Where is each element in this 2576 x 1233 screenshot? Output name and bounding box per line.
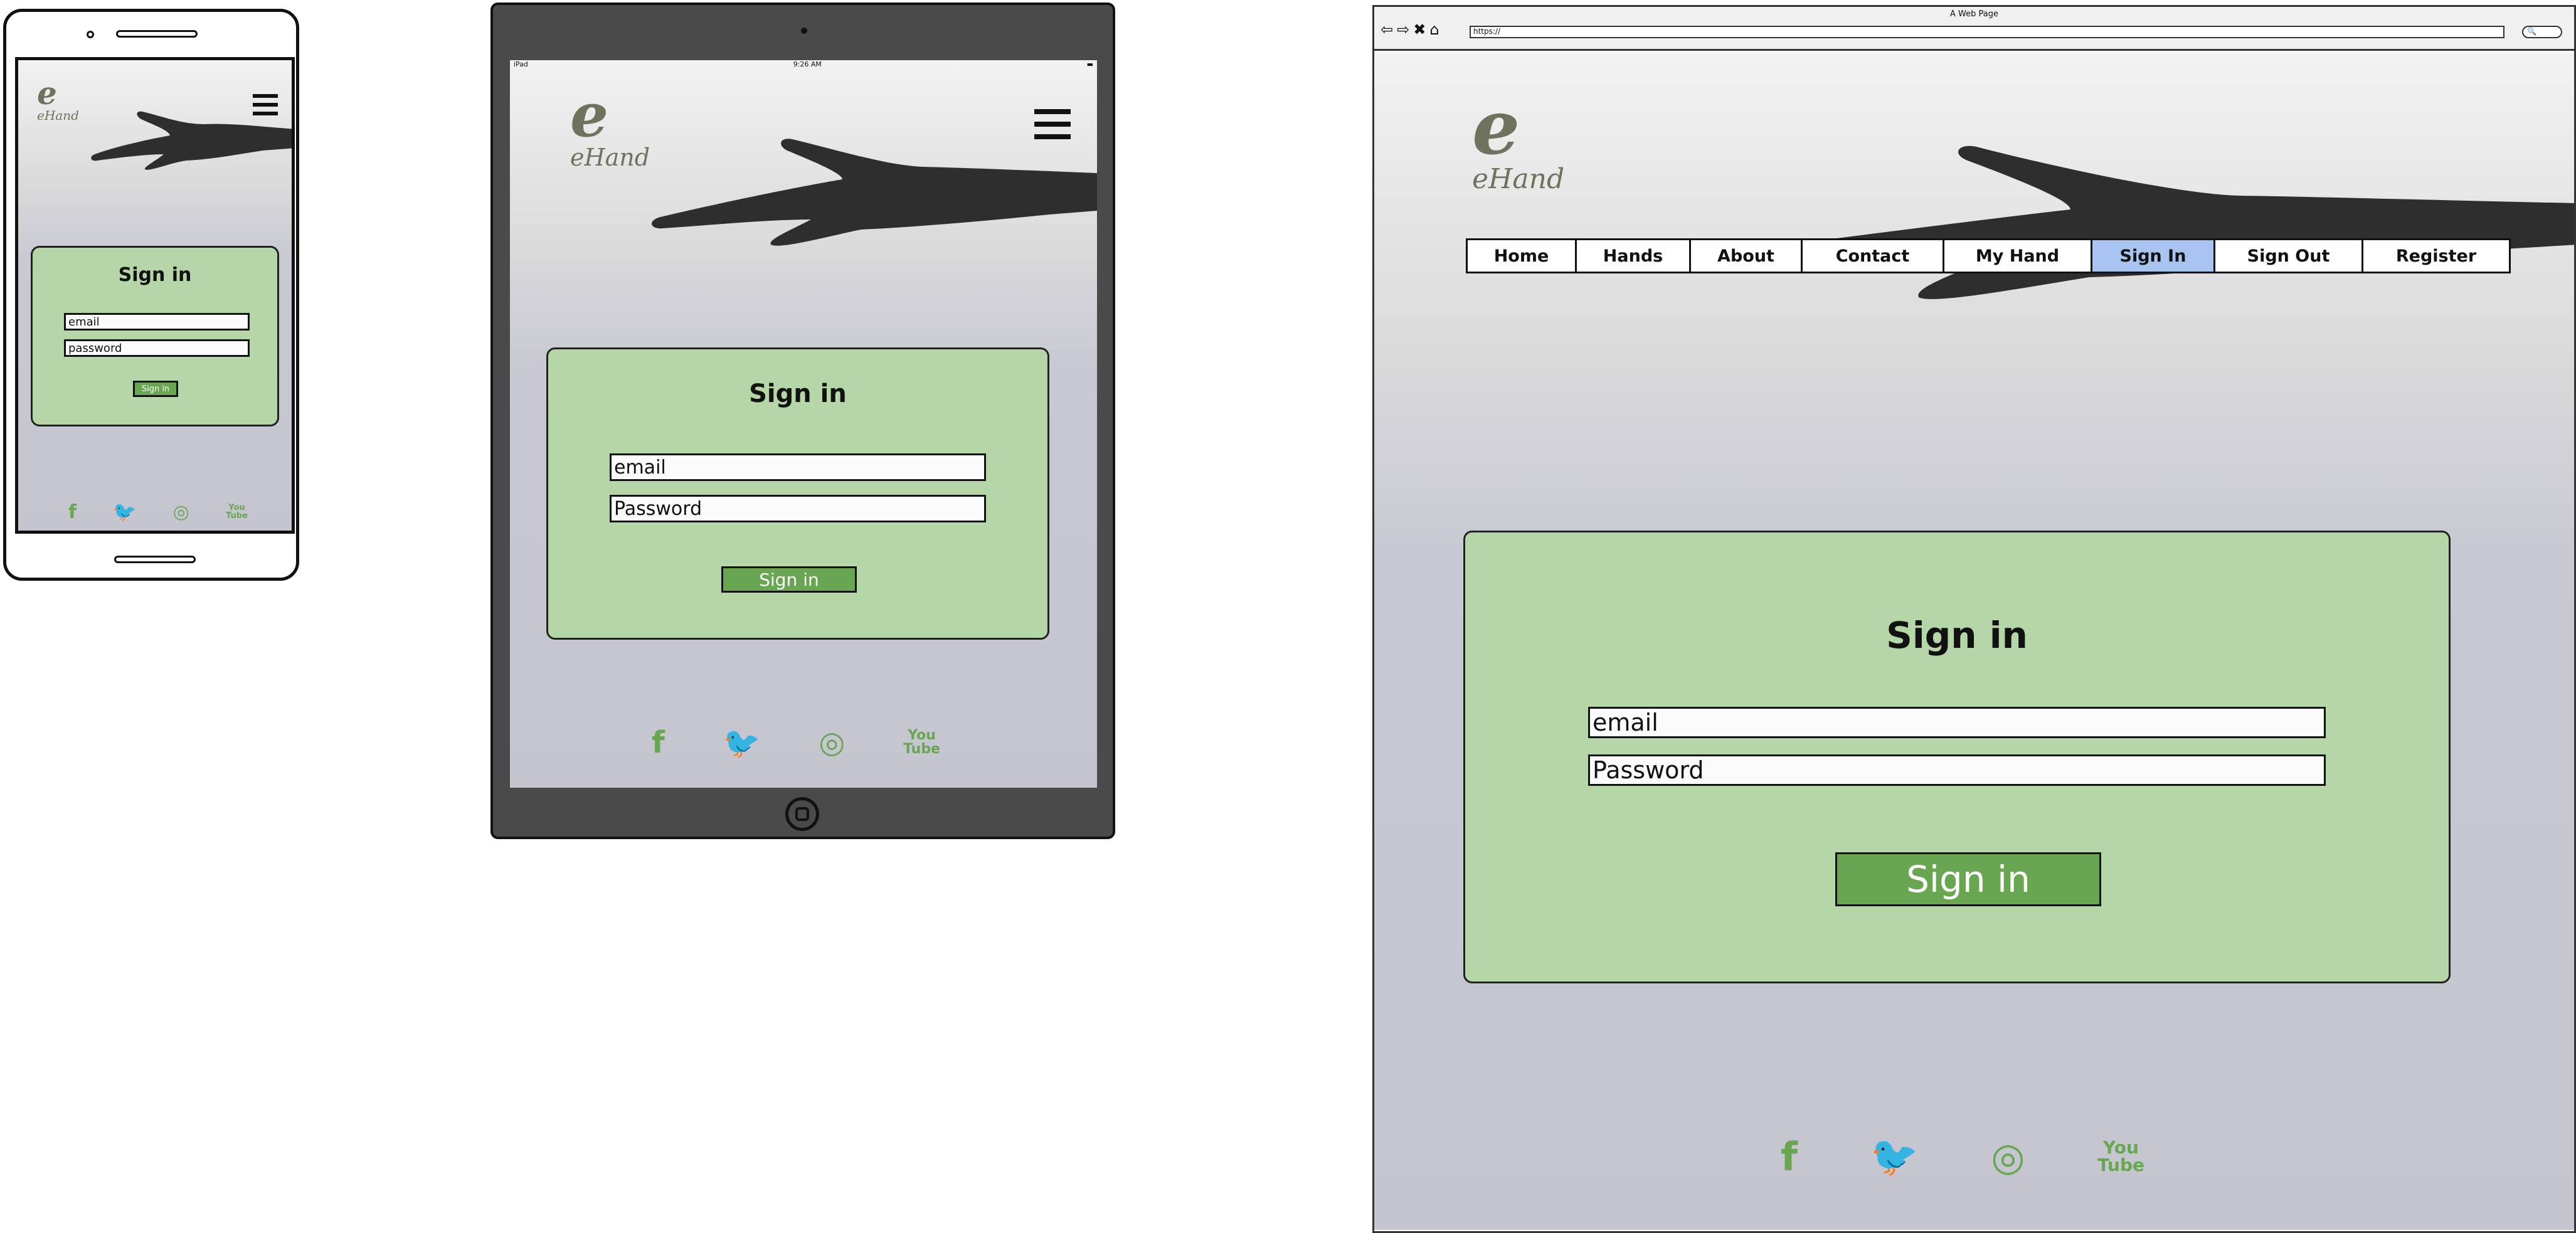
battery-icon: ▬: [1086, 60, 1093, 68]
forward-icon[interactable]: ⇨: [1397, 21, 1413, 38]
nav-about[interactable]: About: [1691, 240, 1803, 272]
phone-screen: e eHand Sign in email password Sign in f…: [15, 57, 295, 534]
sign-in-card: Sign in email Password Sign in: [546, 347, 1049, 640]
carrier-label: iPad: [514, 60, 528, 68]
hand-image: [652, 139, 1097, 246]
front-camera: [87, 31, 94, 38]
logo-text: eHand: [570, 144, 650, 171]
home-icon[interactable]: ⌂: [1429, 21, 1443, 38]
hamburger-menu-icon[interactable]: [253, 94, 278, 117]
sign-in-card: Sign in email Password Sign in: [1463, 531, 2451, 983]
logo-mark: e: [37, 75, 57, 112]
logo-mark: e: [1472, 83, 1520, 172]
sign-in-card: Sign in email password Sign in: [31, 246, 279, 426]
twitter-icon[interactable]: 🐦: [1870, 1133, 1919, 1180]
logo[interactable]: e eHand: [1472, 90, 1564, 193]
address-bar[interactable]: https://: [1470, 26, 2504, 38]
main-nav: Home Hands About Contact My Hand Sign In…: [1466, 238, 2511, 273]
phone-mockup: e eHand Sign in email password Sign in f…: [3, 9, 299, 581]
back-icon[interactable]: ⇦: [1381, 21, 1397, 38]
tablet-mockup: iPad 9:26 AM ▬ e eHand Sign in email Pas…: [490, 3, 1115, 839]
social-links: f 🐦 ◎ You Tube: [68, 499, 248, 524]
home-button[interactable]: [785, 797, 819, 831]
logo-text: eHand: [37, 108, 79, 123]
nav-sign-in[interactable]: Sign In: [2092, 240, 2215, 272]
sign-in-button[interactable]: Sign in: [133, 381, 178, 397]
tablet-screen: iPad 9:26 AM ▬ e eHand Sign in email Pas…: [510, 60, 1097, 788]
browser-window: A Web Page ⇦⇨✖⌂ https:// 🔍 e eHand Home …: [1372, 5, 2576, 1233]
twitter-icon[interactable]: 🐦: [113, 501, 136, 523]
logo-text: eHand: [1472, 163, 1565, 195]
sign-in-heading: Sign in: [749, 379, 847, 408]
email-field[interactable]: email: [610, 453, 986, 481]
search-box[interactable]: 🔍: [2522, 26, 2562, 38]
sign-in-button[interactable]: Sign in: [1835, 852, 2101, 906]
nav-controls: ⇦⇨✖⌂: [1381, 21, 1443, 38]
status-time: 9:26 AM: [793, 60, 822, 68]
instagram-icon[interactable]: ◎: [819, 725, 845, 760]
sign-in-heading: Sign in: [1886, 614, 2028, 657]
logo-mark: e: [570, 80, 609, 151]
nav-contact[interactable]: Contact: [1803, 240, 1944, 272]
desktop-screen: e eHand Home Hands About Contact My Hand…: [1374, 53, 2574, 1230]
sign-in-heading: Sign in: [118, 264, 192, 286]
facebook-icon[interactable]: f: [652, 725, 665, 760]
browser-toolbar: A Web Page ⇦⇨✖⌂ https:// 🔍: [1374, 7, 2574, 51]
front-camera: [801, 28, 807, 34]
instagram-icon[interactable]: ◎: [173, 501, 189, 523]
stop-icon[interactable]: ✖: [1413, 21, 1429, 38]
sign-in-button[interactable]: Sign in: [721, 566, 857, 593]
youtube-icon[interactable]: You Tube: [903, 729, 940, 756]
youtube-icon[interactable]: You Tube: [226, 504, 248, 520]
twitter-icon[interactable]: 🐦: [723, 725, 761, 761]
facebook-icon[interactable]: f: [1781, 1134, 1798, 1180]
logo[interactable]: e eHand: [570, 80, 650, 171]
nav-hands[interactable]: Hands: [1577, 240, 1691, 272]
nav-register[interactable]: Register: [2363, 240, 2509, 272]
logo[interactable]: e eHand: [37, 78, 79, 122]
facebook-icon[interactable]: f: [68, 501, 77, 523]
email-field[interactable]: email: [64, 313, 250, 331]
email-field[interactable]: email: [1588, 707, 2326, 738]
status-bar: iPad 9:26 AM ▬: [510, 60, 1097, 70]
nav-sign-out[interactable]: Sign Out: [2215, 240, 2363, 272]
password-field[interactable]: password: [64, 339, 250, 357]
nav-home[interactable]: Home: [1468, 240, 1577, 272]
password-field[interactable]: Password: [1588, 754, 2326, 786]
home-indicator: [114, 556, 196, 563]
password-field[interactable]: Password: [610, 495, 986, 522]
hamburger-menu-icon[interactable]: [1034, 109, 1071, 139]
social-links: f 🐦 ◎ You Tube: [652, 724, 940, 761]
window-title: A Web Page: [1950, 9, 1998, 19]
speaker-slot: [116, 30, 198, 38]
youtube-icon[interactable]: You Tube: [2097, 1139, 2144, 1174]
instagram-icon[interactable]: ◎: [1991, 1134, 2025, 1180]
nav-my-hand[interactable]: My Hand: [1944, 240, 2092, 272]
social-links: f 🐦 ◎ You Tube: [1781, 1131, 2144, 1182]
